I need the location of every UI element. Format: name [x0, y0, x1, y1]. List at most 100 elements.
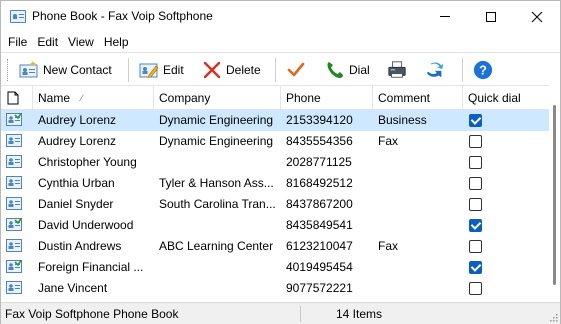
company-cell: South Carolina Tran... [159, 197, 276, 211]
send-fax-button[interactable] [387, 56, 411, 83]
table-row[interactable]: Foreign Financial ... 4019495454 [1, 257, 549, 278]
name-cell: Audrey Lorenz [38, 134, 117, 148]
quick-dial-checkbox[interactable] [469, 240, 482, 253]
name-cell: Foreign Financial ... [38, 260, 144, 274]
quick-dial-checkbox[interactable] [469, 261, 482, 274]
contact-card-icon [6, 176, 22, 189]
table-row[interactable]: Christopher Young 2028771125 [1, 152, 549, 173]
phone-book-window: Phone Book - Fax Voip Softphone File Edi… [0, 0, 561, 324]
contact-card-icon [6, 281, 22, 294]
quick-dial-checkbox[interactable] [469, 135, 482, 148]
fax-machine-icon [387, 60, 407, 80]
contact-card-quick-dial-icon [6, 260, 22, 273]
menu-help[interactable]: Help [100, 33, 133, 51]
comment-cell [373, 173, 463, 194]
help-button[interactable]: ? [473, 56, 497, 83]
company-cell [154, 278, 281, 299]
company-cell: Tyler & Hanson Ass... [159, 176, 274, 190]
document-icon [7, 91, 19, 105]
vertical-scrollbar[interactable] [549, 85, 560, 299]
sort-ascending-icon: ⁄ [81, 93, 83, 103]
edit-contact-icon [139, 60, 159, 80]
table-row[interactable]: Audrey Lorenz Dynamic Engineering 84355543… [1, 131, 549, 152]
company-cell: Dynamic Engineering [159, 113, 274, 127]
phone-cell: 8168492512 [286, 176, 353, 190]
phone-cell: 9077572221 [286, 281, 353, 295]
send-receive-button[interactable] [425, 56, 449, 83]
comment-cell [373, 257, 463, 278]
table-row[interactable]: Daniel Snyder South Carolina Tran... 84378… [1, 194, 549, 215]
comment-cell [373, 278, 463, 299]
toolbar-separator [462, 58, 463, 82]
name-cell: David Underwood [38, 218, 134, 232]
minimize-button[interactable] [422, 1, 468, 32]
comment-cell: Fax [378, 239, 399, 253]
table-header: Name ⁄ Company Phone Comment Quick dial [1, 85, 549, 110]
phone-cell: 4019495454 [286, 260, 353, 274]
new-contact-label: New Contact [43, 62, 112, 77]
phone-cell: 8437867200 [286, 197, 353, 211]
name-column-header[interactable]: Name ⁄ [33, 86, 154, 110]
name-header-label: Name [38, 91, 71, 105]
table-row[interactable]: Cynthia Urban Tyler & Hanson Ass... 816849… [1, 173, 549, 194]
name-cell: Dustin Andrews [38, 239, 122, 253]
name-cell: Cynthia Urban [38, 176, 115, 190]
quick-dial-checkbox[interactable] [469, 114, 482, 127]
status-bar: Fax Voip Softphone Phone Book 14 Items [1, 302, 560, 324]
phone-column-header[interactable]: Phone [281, 86, 373, 110]
comment-cell: Business [378, 113, 427, 127]
maximize-icon [486, 11, 496, 22]
close-icon [531, 11, 543, 22]
toolbar: New Contact Edit Delete Dial ? [1, 52, 560, 85]
company-column-header[interactable]: Company [154, 86, 281, 110]
new-contact-icon [19, 60, 39, 80]
toolbar-grip[interactable] [7, 59, 9, 81]
quick-dial-checkbox[interactable] [469, 282, 482, 295]
name-cell: Daniel Snyder [38, 197, 114, 211]
phone-book-app-icon [10, 10, 26, 23]
phone-cell: 8435849541 [286, 218, 353, 232]
accept-button[interactable] [286, 56, 310, 83]
quick-dial-checkbox[interactable] [469, 219, 482, 232]
item-count: 14 Items [336, 307, 383, 321]
title-bar[interactable]: Phone Book - Fax Voip Softphone [1, 1, 560, 33]
contact-card-quick-dial-icon [6, 113, 22, 126]
minimize-icon [440, 16, 450, 17]
delete-button[interactable]: Delete [202, 56, 261, 83]
comment-cell [373, 215, 463, 236]
dial-button[interactable]: Dial [325, 56, 370, 83]
table-row[interactable]: David Underwood 8435849541 [1, 215, 549, 236]
company-cell: Dynamic Engineering [159, 134, 274, 148]
contact-card-icon [6, 155, 22, 168]
close-button[interactable] [514, 1, 560, 32]
table-row[interactable]: Dustin Andrews ABC Learning Center 6123210… [1, 236, 549, 257]
quick-dial-checkbox[interactable] [469, 156, 482, 169]
toolbar-separator [128, 58, 129, 82]
table-row[interactable]: Jane Vincent 9077572221 [1, 278, 549, 299]
menu-edit[interactable]: Edit [33, 33, 62, 51]
icon-column-header[interactable] [1, 86, 33, 110]
resize-grip-icon[interactable] [548, 312, 558, 322]
table-row[interactable]: Audrey Lorenz Dynamic Engineering 21533941… [1, 110, 549, 131]
contacts-table: Name ⁄ Company Phone Comment Quick dial … [1, 85, 560, 299]
window-title: Phone Book - Fax Voip Softphone [32, 9, 213, 23]
quick-dial-checkbox[interactable] [469, 177, 482, 190]
new-contact-button[interactable]: New Contact [19, 56, 112, 83]
contact-card-icon [6, 134, 22, 147]
comment-column-header[interactable]: Comment [373, 86, 463, 110]
menu-bar: File Edit View Help [1, 33, 560, 51]
scrollbar-thumb[interactable] [553, 105, 556, 285]
edit-button[interactable]: Edit [139, 56, 184, 83]
quick-dial-column-header[interactable]: Quick dial [463, 86, 549, 110]
menu-file[interactable]: File [4, 33, 31, 51]
quick-dial-checkbox[interactable] [469, 198, 482, 211]
contact-card-icon [6, 239, 22, 252]
send-receive-icon [425, 60, 445, 80]
maximize-button[interactable] [468, 1, 514, 32]
phone-handset-icon [325, 60, 345, 80]
company-cell [154, 215, 281, 236]
menu-view[interactable]: View [64, 33, 98, 51]
edit-label: Edit [163, 62, 184, 77]
svg-text:?: ? [479, 62, 487, 77]
help-question-icon: ? [473, 60, 493, 80]
